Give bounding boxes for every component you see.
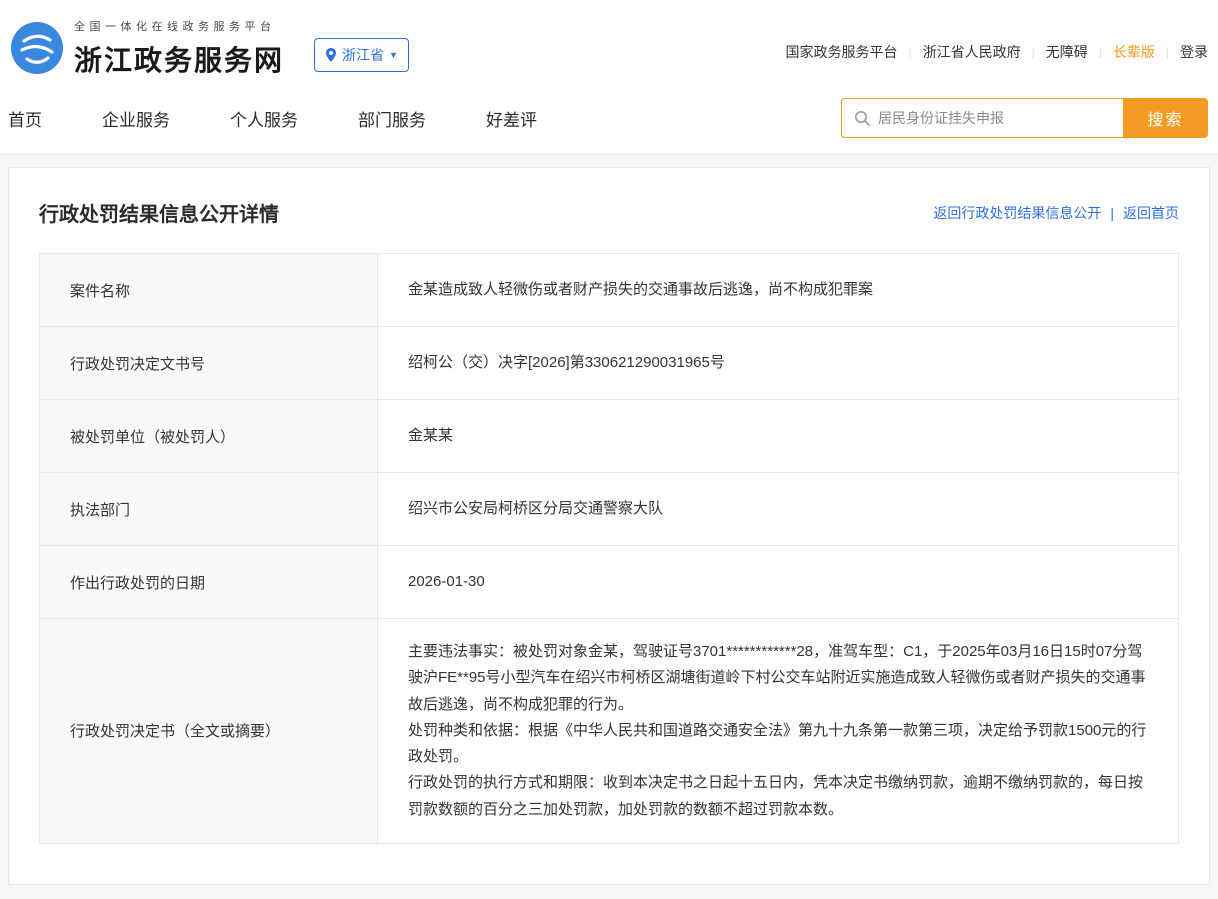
row-value-enforcement-department: 绍兴市公安局柯桥区分局交通警察大队	[378, 473, 1178, 545]
row-label-decision-document: 行政处罚决定书（全文或摘要）	[40, 619, 378, 843]
divider: |	[909, 45, 912, 59]
detail-card: 行政处罚结果信息公开详情 返回行政处罚结果信息公开 | 返回首页 案件名称 金某…	[8, 167, 1210, 885]
penalty-detail-table: 案件名称 金某造成致人轻微伤或者财产损失的交通事故后逃逸，尚不构成犯罪案 行政处…	[39, 253, 1179, 844]
row-value-document-number: 绍柯公（交）决字[2026]第330621290031965号	[378, 327, 1178, 399]
site-name: 浙江政务服务网	[74, 39, 284, 79]
table-row: 被处罚单位（被处罚人） 金某某	[40, 400, 1178, 473]
table-row: 行政处罚决定书（全文或摘要） 主要违法事实：被处罚对象金某，驾驶证号3701**…	[40, 619, 1178, 843]
row-label-case-name: 案件名称	[40, 254, 378, 326]
search-button[interactable]: 搜索	[1123, 98, 1208, 138]
row-value-decision-document: 主要违法事实：被处罚对象金某，驾驶证号3701************28，准驾…	[378, 619, 1178, 843]
row-value-penalized-party: 金某某	[378, 400, 1178, 472]
region-label: 浙江省	[342, 45, 384, 65]
back-links: 返回行政处罚结果信息公开 | 返回首页	[933, 203, 1179, 223]
table-row: 执法部门 绍兴市公安局柯桥区分局交通警察大队	[40, 473, 1178, 546]
region-selector[interactable]: 浙江省 ▼	[314, 38, 409, 72]
nav-item-department-services[interactable]: 部门服务	[358, 106, 426, 131]
divider: |	[1032, 45, 1035, 59]
location-pin-icon	[325, 48, 337, 62]
nav-item-home[interactable]: 首页	[8, 106, 42, 131]
back-to-home-link[interactable]: 返回首页	[1123, 203, 1179, 223]
brand-text: 全国一体化在线政务服务平台 浙江政务服务网	[74, 18, 284, 79]
search-box: 搜索	[841, 98, 1208, 138]
row-label-penalty-date: 作出行政处罚的日期	[40, 546, 378, 618]
search-icon	[854, 110, 870, 126]
divider: |	[1099, 45, 1102, 59]
table-row: 行政处罚决定文书号 绍柯公（交）决字[2026]第330621290031965…	[40, 327, 1178, 400]
divider: |	[1110, 205, 1114, 221]
link-elder-version[interactable]: 长辈版	[1113, 42, 1155, 62]
link-accessibility[interactable]: 无障碍	[1046, 42, 1088, 62]
table-row: 案件名称 金某造成致人轻微伤或者财产损失的交通事故后逃逸，尚不构成犯罪案	[40, 254, 1178, 327]
divider: |	[1166, 45, 1169, 59]
row-value-penalty-date: 2026-01-30	[378, 546, 1178, 618]
link-national-platform[interactable]: 国家政务服务平台	[786, 42, 898, 62]
platform-tagline: 全国一体化在线政务服务平台	[74, 18, 284, 34]
page-body: 行政处罚结果信息公开详情 返回行政处罚结果信息公开 | 返回首页 案件名称 金某…	[0, 155, 1218, 899]
row-value-case-name: 金某造成致人轻微伤或者财产损失的交通事故后逃逸，尚不构成犯罪案	[378, 254, 1178, 326]
search-input-wrap	[841, 98, 1123, 138]
site-logo-icon	[10, 21, 64, 75]
search-input[interactable]	[878, 110, 1111, 126]
top-links: 国家政务服务平台 | 浙江省人民政府 | 无障碍 | 长辈版 | 登录	[786, 42, 1209, 62]
brand: 全国一体化在线政务服务平台 浙江政务服务网	[10, 18, 284, 79]
nav-item-rating[interactable]: 好差评	[486, 106, 537, 131]
row-label-document-number: 行政处罚决定文书号	[40, 327, 378, 399]
row-label-enforcement-department: 执法部门	[40, 473, 378, 545]
back-to-list-link[interactable]: 返回行政处罚结果信息公开	[933, 203, 1101, 223]
site-header: 全国一体化在线政务服务平台 浙江政务服务网 浙江省 ▼ 国家政务服务平台 | 浙…	[0, 0, 1218, 96]
nav-item-personal-services[interactable]: 个人服务	[230, 106, 298, 131]
row-label-penalized-party: 被处罚单位（被处罚人）	[40, 400, 378, 472]
page-title: 行政处罚结果信息公开详情	[39, 198, 279, 227]
table-row: 作出行政处罚的日期 2026-01-30	[40, 546, 1178, 619]
main-navbar: 首页 企业服务 个人服务 部门服务 好差评 搜索	[0, 96, 1218, 155]
chevron-down-icon: ▼	[389, 50, 398, 60]
link-login[interactable]: 登录	[1180, 42, 1208, 62]
main-nav: 首页 企业服务 个人服务 部门服务 好差评	[8, 106, 537, 131]
card-header: 行政处罚结果信息公开详情 返回行政处罚结果信息公开 | 返回首页	[39, 198, 1179, 227]
link-provincial-gov[interactable]: 浙江省人民政府	[923, 42, 1021, 62]
nav-item-enterprise-services[interactable]: 企业服务	[102, 106, 170, 131]
